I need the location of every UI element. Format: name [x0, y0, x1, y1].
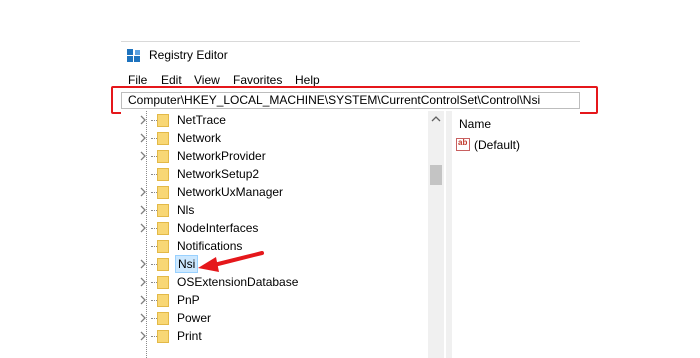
chevron-right-icon[interactable] — [138, 205, 148, 215]
folder-icon — [157, 258, 169, 271]
chevron-right-icon[interactable] — [138, 151, 148, 161]
folder-icon — [157, 114, 169, 127]
window-title: Registry Editor — [149, 48, 228, 62]
chevron-right-icon[interactable] — [138, 331, 148, 341]
tree-item-label[interactable]: NetworkSetup2 — [175, 166, 261, 182]
folder-icon — [157, 294, 169, 307]
tree-item[interactable]: Notifications — [121, 237, 426, 255]
tree-scrollbar[interactable] — [428, 111, 444, 358]
tree-item-label[interactable]: PnP — [175, 292, 202, 308]
folder-icon — [157, 150, 169, 163]
tree-item-label[interactable]: NodeInterfaces — [175, 220, 260, 236]
chevron-right-icon[interactable] — [138, 187, 148, 197]
folder-icon — [157, 276, 169, 289]
tree-item[interactable]: Network — [121, 129, 426, 147]
folder-icon — [157, 204, 169, 217]
folder-icon — [157, 132, 169, 145]
registry-editor-icon — [127, 49, 140, 62]
chevron-right-icon[interactable] — [138, 223, 148, 233]
chevron-right-icon[interactable] — [138, 133, 148, 143]
chevron-right-icon[interactable] — [138, 313, 148, 323]
address-highlight-box — [111, 86, 598, 114]
menu-view[interactable]: View — [194, 73, 220, 87]
chevron-right-icon[interactable] — [138, 115, 148, 125]
chevron-right-icon[interactable] — [138, 295, 148, 305]
tree-item[interactable]: OSExtensionDatabase — [121, 273, 426, 291]
tree-item-label[interactable]: NetworkProvider — [175, 148, 268, 164]
tree-item-label[interactable]: Nls — [175, 202, 196, 218]
key-tree[interactable]: NetTrace Network NetworkProvider NetworkSet… — [121, 111, 446, 358]
scroll-thumb[interactable] — [430, 165, 442, 185]
folder-icon — [157, 240, 169, 253]
tree-item[interactable]: NetworkProvider — [121, 147, 426, 165]
folder-icon — [157, 330, 169, 343]
column-header-name[interactable]: Name — [459, 117, 491, 131]
tree-item[interactable]: NodeInterfaces — [121, 219, 426, 237]
tree-item[interactable]: Power — [121, 309, 426, 327]
folder-icon — [157, 186, 169, 199]
scroll-up-icon[interactable] — [428, 111, 444, 127]
annotation-arrow-icon — [198, 251, 264, 272]
tree-item-label[interactable]: Power — [175, 310, 213, 326]
tree-item-label-selected[interactable]: Nsi — [175, 255, 199, 273]
tree-item[interactable]: NetworkUxManager — [121, 183, 426, 201]
folder-icon — [157, 312, 169, 325]
tree-item-label[interactable]: NetworkUxManager — [175, 184, 285, 200]
title-divider — [121, 41, 580, 42]
menu-help[interactable]: Help — [295, 73, 320, 87]
menu-favorites[interactable]: Favorites — [233, 73, 282, 87]
value-name-default[interactable]: (Default) — [474, 138, 520, 152]
menu-file[interactable]: File — [128, 73, 147, 87]
chevron-right-icon[interactable] — [138, 277, 148, 287]
values-list[interactable]: Name ab (Default) — [452, 111, 580, 358]
folder-icon — [157, 222, 169, 235]
tree-item[interactable]: Print — [121, 327, 426, 345]
tree-item[interactable]: Nsi — [121, 255, 426, 273]
tree-item-label[interactable]: Print — [175, 328, 204, 344]
tree-item[interactable]: Nls — [121, 201, 426, 219]
tree-item-label[interactable]: NetTrace — [175, 112, 228, 128]
chevron-right-icon[interactable] — [138, 259, 148, 269]
string-value-icon: ab — [456, 138, 470, 151]
tree-item-label[interactable]: Network — [175, 130, 223, 146]
tree-item[interactable]: NetworkSetup2 — [121, 165, 426, 183]
tree-item[interactable]: NetTrace — [121, 111, 426, 129]
tree-item[interactable]: PnP — [121, 291, 426, 309]
menu-edit[interactable]: Edit — [161, 73, 182, 87]
folder-icon — [157, 168, 169, 181]
